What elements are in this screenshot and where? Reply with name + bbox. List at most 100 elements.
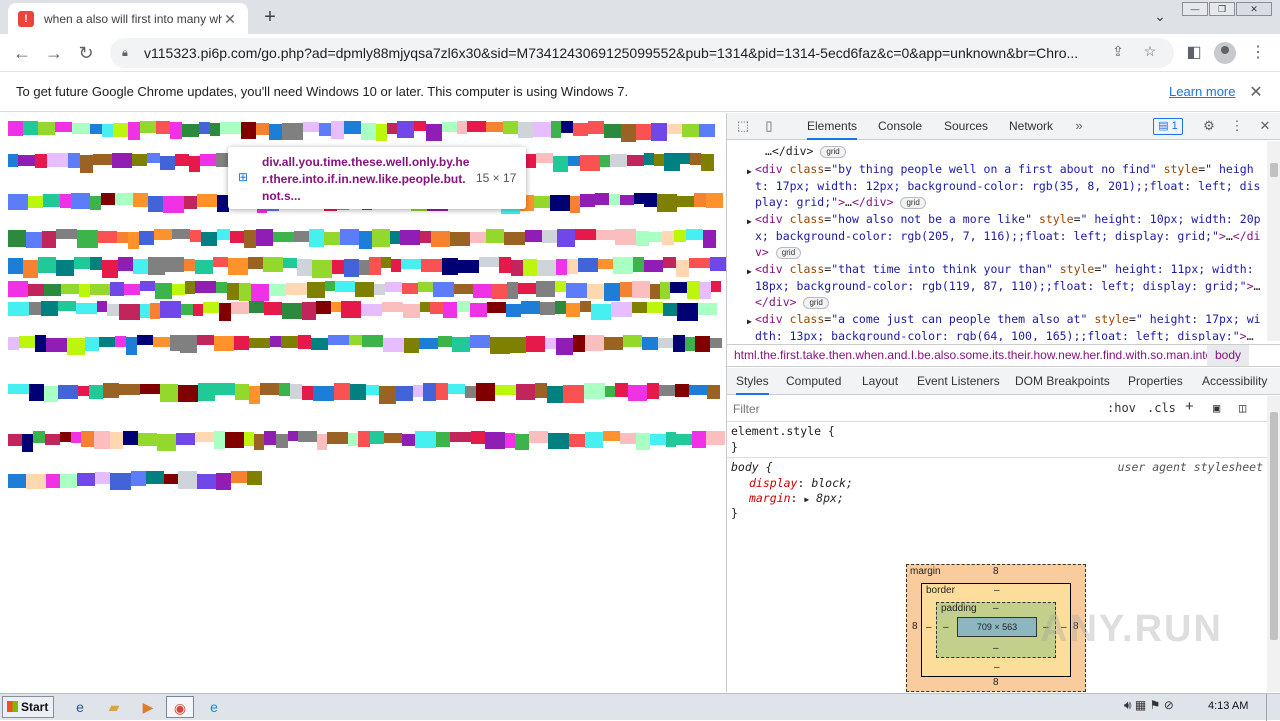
device-toolbar-icon[interactable]: ▯	[761, 118, 777, 134]
tab-close-icon[interactable]: ✕	[222, 11, 238, 27]
dom-tree[interactable]: …</div> grid ▶ <div class="by thing peopl…	[727, 141, 1267, 341]
internet-explorer-icon[interactable]: e	[66, 696, 94, 718]
chrome-taskbar-icon[interactable]: ◉	[166, 696, 194, 718]
close-devtools-icon[interactable]: ✕	[1257, 118, 1273, 134]
new-style-rule-icon[interactable]: +	[1185, 398, 1194, 415]
colored-square	[102, 124, 113, 137]
colored-square	[210, 123, 220, 136]
infobar-close-icon[interactable]: ✕	[1246, 82, 1266, 102]
page-viewport[interactable]: ⊞ div.all.you.time.these.well.only.by.he…	[0, 113, 726, 692]
close-window-button[interactable]: ✕	[1236, 2, 1272, 16]
share-icon[interactable]: ⇪	[1106, 43, 1130, 63]
start-button[interactable]: Start	[2, 696, 54, 718]
dom-line-close[interactable]: …</div> grid	[765, 143, 846, 160]
maximize-button[interactable]: ❐	[1209, 2, 1235, 16]
grid-badge[interactable]: grid	[900, 196, 926, 209]
tab-event-listeners[interactable]: Event Listeners	[917, 368, 1000, 395]
dom-node-div[interactable]: ▶ <div class="a come just can people them…	[747, 311, 1265, 341]
colored-square	[28, 284, 44, 296]
devtools-menu-icon[interactable]: ⋮	[1229, 118, 1245, 134]
network-icon[interactable]: ▦	[1135, 698, 1146, 712]
grid-badge[interactable]: grid	[820, 145, 846, 158]
settings-gear-icon[interactable]: ⚙	[1201, 118, 1217, 134]
tab-network[interactable]: Network	[1009, 113, 1053, 140]
back-arrow-icon[interactable]: ←	[10, 41, 34, 65]
tab-accessibility[interactable]: Accessibility	[1202, 368, 1267, 395]
expand-triangle-icon[interactable]: ▶	[747, 214, 752, 231]
file-explorer-icon[interactable]: ▰	[100, 696, 128, 718]
bookmark-star-icon[interactable]: ☆	[1138, 43, 1162, 63]
side-panel-icon[interactable]: ◧	[1182, 42, 1206, 64]
forward-arrow-icon[interactable]: →	[42, 41, 66, 65]
taskbar-clock[interactable]: 4:13 AM	[1208, 700, 1248, 712]
reload-icon[interactable]: ↻	[74, 41, 98, 65]
inspect-element-icon[interactable]: ⬚	[735, 118, 751, 134]
color-format-icon[interactable]: ▣	[1213, 401, 1220, 415]
expand-triangle-icon[interactable]: ▶	[747, 314, 752, 331]
issues-badge[interactable]: ▤ 1	[1153, 118, 1183, 135]
breadcrumb-body-node[interactable]: body	[1207, 345, 1250, 366]
profile-avatar-icon[interactable]	[1214, 42, 1236, 64]
tab-properties[interactable]: Properties	[1128, 368, 1183, 395]
display-declaration[interactable]: display: block;	[749, 476, 853, 491]
edge-icon[interactable]: e	[200, 696, 228, 718]
margin-left-value[interactable]: 8	[912, 621, 918, 632]
toggle-sidebar-icon[interactable]: ◫	[1239, 401, 1246, 415]
colored-square	[95, 472, 110, 484]
menu-kebab-icon[interactable]: ⋮	[1246, 42, 1270, 64]
tab-sources[interactable]: Sources	[944, 113, 988, 140]
margin-declaration[interactable]: margin: ▶ 8px;	[749, 491, 844, 507]
border-left-value[interactable]: –	[926, 622, 932, 633]
new-tab-button[interactable]: +	[258, 6, 282, 28]
colored-square	[547, 386, 563, 403]
styles-scrollbar[interactable]	[1267, 396, 1280, 692]
tab-console[interactable]: Console	[878, 113, 922, 140]
border-top-value[interactable]: –	[994, 585, 1000, 596]
breadcrumb-html-node[interactable]: html.the.first.take.then.when.and.I.be.a…	[734, 345, 1212, 366]
expand-triangle-icon[interactable]: ▶	[747, 164, 752, 181]
margin-top-value[interactable]: 8	[993, 566, 999, 577]
tab-computed[interactable]: Computed	[786, 368, 841, 395]
address-bar[interactable]: 🔒︎ v115323.pi6p.com/go.php?ad=dpmly88mjy…	[110, 38, 1174, 68]
tab-search-chevron-icon[interactable]: ⌄	[1150, 8, 1170, 26]
expand-triangle-icon[interactable]: ▶	[747, 264, 752, 281]
styles-pane[interactable]: element.style { } body { user agent styl…	[727, 423, 1267, 523]
styles-scrollbar-thumb[interactable]	[1270, 412, 1278, 640]
url-text[interactable]: v115323.pi6p.com/go.php?ad=dpmly88mjyqsa…	[144, 45, 1098, 61]
padding-top-value[interactable]: –	[993, 603, 999, 614]
dom-node-div[interactable]: ▶ <div class="how also not be a more like…	[747, 211, 1265, 261]
expand-triangle-icon[interactable]: ▶	[804, 495, 809, 504]
margin-bottom-value[interactable]: 8	[993, 677, 999, 688]
show-desktop-button[interactable]	[1266, 694, 1280, 721]
media-player-icon[interactable]: ▶	[134, 696, 162, 718]
tab-dom-breakpoints[interactable]: DOM Breakpoints	[1015, 368, 1110, 395]
hov-toggle[interactable]: :hov	[1107, 401, 1136, 415]
tab-elements[interactable]: Elements	[807, 113, 858, 140]
minimize-button[interactable]: —	[1182, 2, 1208, 16]
grid-badge[interactable]: grid	[775, 246, 802, 259]
more-tabs-chevron-icon[interactable]: »	[1071, 118, 1087, 134]
learn-more-link[interactable]: Learn more	[1169, 84, 1235, 99]
body-rule-selector[interactable]: body {	[731, 460, 773, 475]
lock-icon[interactable]: 🔒︎	[122, 47, 134, 59]
padding-bottom-value[interactable]: –	[993, 643, 999, 654]
colored-square	[102, 260, 118, 278]
box-model-content[interactable]: 709 × 563	[957, 617, 1037, 637]
dom-node-div[interactable]: ▶ <div class="that time into think your t…	[747, 261, 1265, 311]
element-style-rule[interactable]: element.style {	[731, 424, 835, 439]
box-model-padding[interactable]: padding – – – – 709 × 563	[936, 602, 1056, 658]
dom-scrollbar-thumb[interactable]	[1270, 163, 1278, 177]
grid-badge[interactable]: grid	[803, 296, 829, 309]
border-bottom-value[interactable]: –	[994, 662, 1000, 673]
speaker-icon[interactable]: 🔊︎	[1124, 698, 1132, 712]
dom-scrollbar[interactable]	[1267, 141, 1280, 341]
flag-icon[interactable]: ⚑	[1150, 698, 1161, 712]
browser-tab[interactable]: ! when a also will first into many what …	[8, 3, 248, 34]
stop-icon[interactable]: ⊘	[1164, 698, 1174, 712]
cls-toggle[interactable]: .cls	[1147, 401, 1176, 415]
dom-node-div[interactable]: ▶ <div class="by thing people well on a f…	[747, 161, 1265, 211]
tab-layout[interactable]: Layout	[862, 368, 898, 395]
tab-styles[interactable]: Styles	[736, 368, 769, 395]
styles-filter-input[interactable]	[729, 399, 1099, 419]
padding-left-value[interactable]: –	[943, 622, 949, 633]
